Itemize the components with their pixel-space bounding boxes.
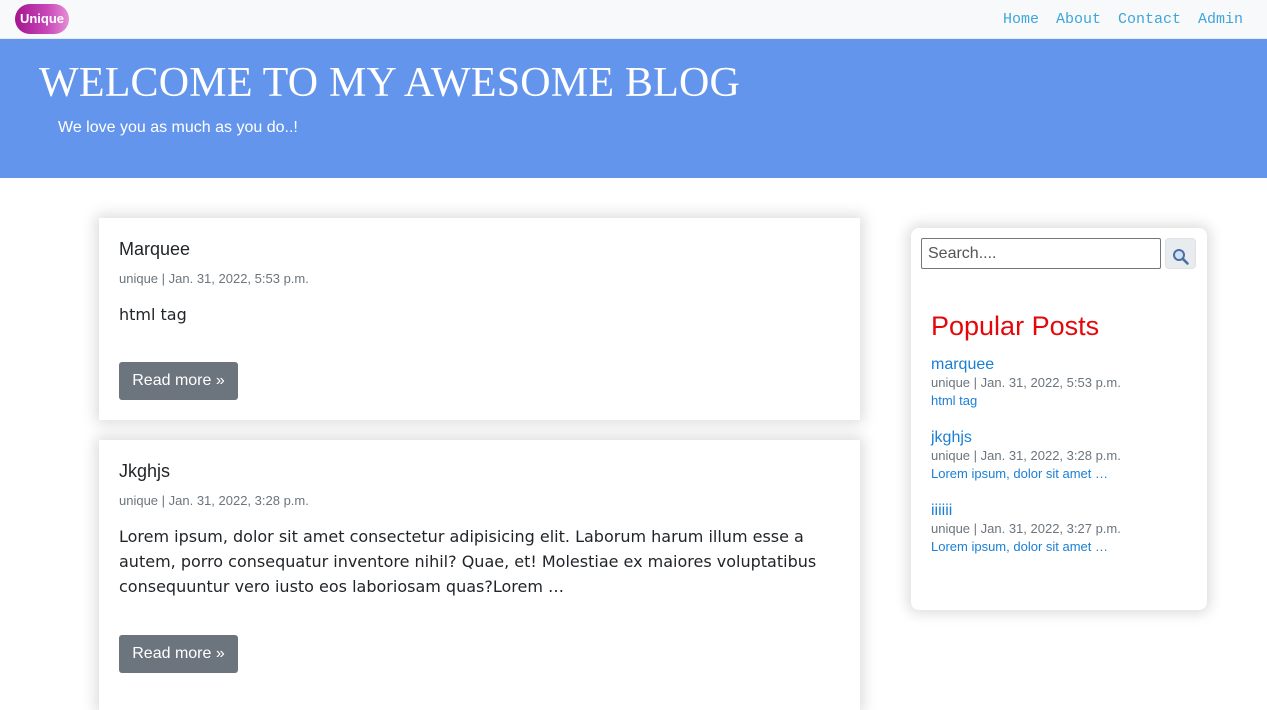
popular-post-meta: unique | Jan. 31, 2022, 5:53 p.m. <box>931 375 1121 390</box>
list-item: jkghjs unique | Jan. 31, 2022, 3:28 p.m.… <box>931 429 1191 502</box>
nav-link-home[interactable]: Home <box>1003 11 1039 28</box>
read-more-button[interactable]: Read more » <box>119 362 238 400</box>
popular-post-title[interactable]: iiiiii <box>931 502 1191 520</box>
popular-post-title[interactable]: jkghjs <box>931 429 1191 447</box>
sidebar: Popular Posts marquee unique | Jan. 31, … <box>911 228 1207 610</box>
popular-post-excerpt[interactable]: Lorem ipsum, dolor sit amet … <box>931 465 1191 483</box>
popular-post-meta: unique | Jan. 31, 2022, 3:28 p.m. <box>931 448 1121 463</box>
popular-post-title[interactable]: marquee <box>931 356 1191 374</box>
list-item: iiiiii unique | Jan. 31, 2022, 3:27 p.m.… <box>931 502 1191 575</box>
post-title: Marquee <box>119 239 191 259</box>
hero-subtitle: We love you as much as you do..! <box>58 119 298 136</box>
nav-links: Home About Contact Admin <box>986 0 1243 39</box>
popular-post-excerpt[interactable]: html tag <box>931 392 1191 410</box>
nav-link-admin[interactable]: Admin <box>1198 11 1243 28</box>
nav-link-about[interactable]: About <box>1056 11 1101 28</box>
post-card: Jkghjs unique | Jan. 31, 2022, 3:28 p.m.… <box>99 440 860 710</box>
post-excerpt: html tag <box>119 305 187 324</box>
search-button[interactable] <box>1165 238 1196 269</box>
popular-posts-heading: Popular Posts <box>931 311 1100 341</box>
popular-post-excerpt[interactable]: Lorem ipsum, dolor sit amet … <box>931 538 1191 556</box>
popular-posts-list: marquee unique | Jan. 31, 2022, 5:53 p.m… <box>931 356 1191 575</box>
post-title: Jkghjs <box>119 461 171 481</box>
popular-post-meta: unique | Jan. 31, 2022, 3:27 p.m. <box>931 521 1121 536</box>
search-icon <box>1172 248 1189 265</box>
post-card: Marquee unique | Jan. 31, 2022, 5:53 p.m… <box>99 218 860 420</box>
hero-banner: WELCOME TO MY AWESOME BLOG We love you a… <box>0 39 1267 178</box>
post-meta: unique | Jan. 31, 2022, 5:53 p.m. <box>119 271 309 286</box>
post-meta: unique | Jan. 31, 2022, 3:28 p.m. <box>119 493 309 508</box>
brand-logo[interactable]: Unique <box>15 4 69 34</box>
search-input[interactable] <box>921 238 1161 269</box>
nav-link-contact[interactable]: Contact <box>1118 11 1181 28</box>
navbar: Unique Home About Contact Admin <box>0 0 1267 39</box>
read-more-button[interactable]: Read more » <box>119 635 238 673</box>
post-excerpt: Lorem ipsum, dolor sit amet consectetur … <box>119 527 817 596</box>
list-item: marquee unique | Jan. 31, 2022, 5:53 p.m… <box>931 356 1191 429</box>
hero-title: WELCOME TO MY AWESOME BLOG <box>39 60 741 106</box>
